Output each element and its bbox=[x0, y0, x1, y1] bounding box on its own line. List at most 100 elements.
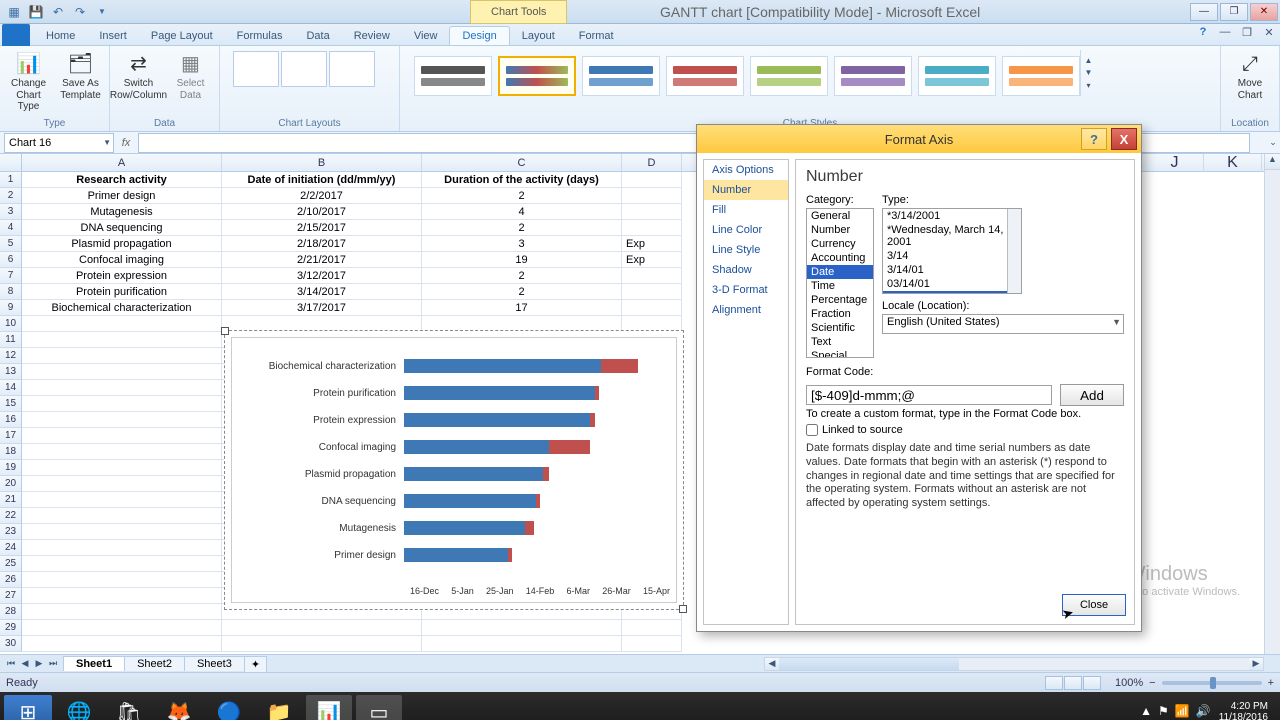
cell[interactable]: 19 bbox=[422, 252, 622, 268]
new-sheet-button[interactable]: ✦ bbox=[244, 656, 267, 672]
row-header[interactable]: 6 bbox=[0, 252, 22, 268]
cell[interactable]: Protein purification bbox=[22, 284, 222, 300]
cell[interactable]: Exp bbox=[622, 236, 682, 252]
tab-review[interactable]: Review bbox=[342, 27, 402, 45]
cell[interactable] bbox=[622, 300, 682, 316]
row-header[interactable]: 11 bbox=[0, 332, 22, 348]
nav-shadow[interactable]: Shadow bbox=[704, 260, 788, 280]
type-option[interactable]: *Wednesday, March 14, 2001 bbox=[883, 223, 1021, 249]
system-tray[interactable]: ▲⚑📶🔊 4:20 PM11/18/2016 bbox=[1140, 701, 1276, 720]
view-buttons[interactable] bbox=[1045, 676, 1101, 690]
chart-layout-3[interactable] bbox=[329, 51, 375, 87]
taskbar-explorer[interactable]: 📁 bbox=[256, 695, 302, 720]
cell[interactable] bbox=[22, 540, 222, 556]
tab-view[interactable]: View bbox=[402, 27, 450, 45]
tray-volume-icon[interactable]: 🔊 bbox=[1196, 705, 1211, 718]
chart-style-2-selected[interactable] bbox=[498, 56, 576, 96]
move-chart-button[interactable]: ⤢Move Chart bbox=[1226, 50, 1274, 101]
row-header[interactable]: 23 bbox=[0, 524, 22, 540]
gantt-row[interactable]: Plasmid propagation bbox=[232, 462, 676, 486]
cell[interactable] bbox=[422, 636, 622, 652]
gantt-row[interactable]: Protein purification bbox=[232, 381, 676, 405]
type-option[interactable]: 03/14/01 bbox=[883, 277, 1021, 291]
cell[interactable]: Duration of the activity (days) bbox=[422, 172, 622, 188]
chart-layout-2[interactable] bbox=[281, 51, 327, 87]
cell[interactable] bbox=[622, 284, 682, 300]
cell[interactable]: 3/12/2017 bbox=[222, 268, 422, 284]
cell[interactable]: Primer design bbox=[22, 188, 222, 204]
tab-page-layout[interactable]: Page Layout bbox=[139, 27, 225, 45]
chart-style-8[interactable] bbox=[1002, 56, 1080, 96]
taskbar-ie[interactable]: 🌐 bbox=[56, 695, 102, 720]
cell[interactable] bbox=[22, 316, 222, 332]
col-header-d[interactable]: D bbox=[622, 154, 682, 171]
row-header[interactable]: 4 bbox=[0, 220, 22, 236]
cell[interactable] bbox=[22, 588, 222, 604]
cell[interactable] bbox=[22, 492, 222, 508]
chart-style-6[interactable] bbox=[834, 56, 912, 96]
chart-style-3[interactable] bbox=[582, 56, 660, 96]
col-header-c[interactable]: C bbox=[422, 154, 622, 171]
cell[interactable]: 2 bbox=[422, 220, 622, 236]
row-header[interactable]: 21 bbox=[0, 492, 22, 508]
chart-styles-gallery[interactable] bbox=[406, 50, 1080, 96]
row-header[interactable]: 19 bbox=[0, 460, 22, 476]
row-header[interactable]: 29 bbox=[0, 620, 22, 636]
row-header[interactable]: 28 bbox=[0, 604, 22, 620]
row-header[interactable]: 20 bbox=[0, 476, 22, 492]
row-header[interactable]: 14 bbox=[0, 380, 22, 396]
taskbar-app[interactable]: ▭ bbox=[356, 695, 402, 720]
cell[interactable]: 3 bbox=[422, 236, 622, 252]
sheet-tab-2[interactable]: Sheet2 bbox=[124, 656, 185, 671]
cell[interactable]: 2/2/2017 bbox=[222, 188, 422, 204]
gantt-row[interactable]: Confocal imaging bbox=[232, 435, 676, 459]
chart-layout-1[interactable] bbox=[233, 51, 279, 87]
cell[interactable] bbox=[622, 188, 682, 204]
tab-design[interactable]: Design bbox=[449, 26, 509, 45]
restore-button[interactable]: ❐ bbox=[1220, 3, 1248, 21]
cell[interactable] bbox=[622, 636, 682, 652]
category-option[interactable]: Special bbox=[807, 349, 873, 358]
fx-icon[interactable]: fx bbox=[114, 137, 138, 149]
cell[interactable] bbox=[22, 444, 222, 460]
cell[interactable] bbox=[22, 428, 222, 444]
taskbar-excel[interactable]: 📊 bbox=[306, 695, 352, 720]
row-header[interactable]: 18 bbox=[0, 444, 22, 460]
row-header[interactable]: 22 bbox=[0, 508, 22, 524]
row-header[interactable]: 25 bbox=[0, 556, 22, 572]
col-header-a[interactable]: A bbox=[22, 154, 222, 171]
cell[interactable]: 2 bbox=[422, 284, 622, 300]
cell[interactable]: Biochemical characterization bbox=[22, 300, 222, 316]
cell[interactable] bbox=[22, 572, 222, 588]
chart-style-7[interactable] bbox=[918, 56, 996, 96]
cell[interactable] bbox=[22, 332, 222, 348]
gantt-row[interactable]: Protein expression bbox=[232, 408, 676, 432]
category-option[interactable]: General bbox=[807, 209, 873, 223]
cell[interactable] bbox=[622, 268, 682, 284]
row-header[interactable]: 27 bbox=[0, 588, 22, 604]
cell[interactable]: 2/10/2017 bbox=[222, 204, 422, 220]
cell[interactable] bbox=[622, 620, 682, 636]
embedded-chart[interactable]: 16-Dec5-Jan25-Jan14-Feb6-Mar26-Mar15-Apr… bbox=[224, 330, 684, 610]
formula-bar-expand[interactable]: ⌄ bbox=[1266, 137, 1280, 148]
nav-line-style[interactable]: Line Style bbox=[704, 240, 788, 260]
cell[interactable]: 17 bbox=[422, 300, 622, 316]
type-scrollbar[interactable] bbox=[1007, 209, 1021, 293]
chart-style-5[interactable] bbox=[750, 56, 828, 96]
name-box[interactable]: Chart 16▼ bbox=[4, 133, 114, 153]
tray-date[interactable]: 11/18/2016 bbox=[1219, 712, 1268, 720]
redo-icon[interactable]: ↷ bbox=[72, 4, 88, 20]
nav-line-color[interactable]: Line Color bbox=[704, 220, 788, 240]
cell[interactable] bbox=[22, 636, 222, 652]
sheet-tab-3[interactable]: Sheet3 bbox=[184, 656, 245, 671]
row-header[interactable]: 1 bbox=[0, 172, 22, 188]
cell[interactable]: 2 bbox=[422, 188, 622, 204]
chart-style-4[interactable] bbox=[666, 56, 744, 96]
tray-time[interactable]: 4:20 PM bbox=[1219, 701, 1268, 712]
nav-axis-options[interactable]: Axis Options bbox=[704, 160, 788, 180]
category-option[interactable]: Date bbox=[807, 265, 873, 279]
row-header[interactable]: 30 bbox=[0, 636, 22, 652]
save-as-template-button[interactable]: 🗂Save As Template bbox=[57, 50, 105, 113]
row-header[interactable]: 15 bbox=[0, 396, 22, 412]
category-option[interactable]: Time bbox=[807, 279, 873, 293]
